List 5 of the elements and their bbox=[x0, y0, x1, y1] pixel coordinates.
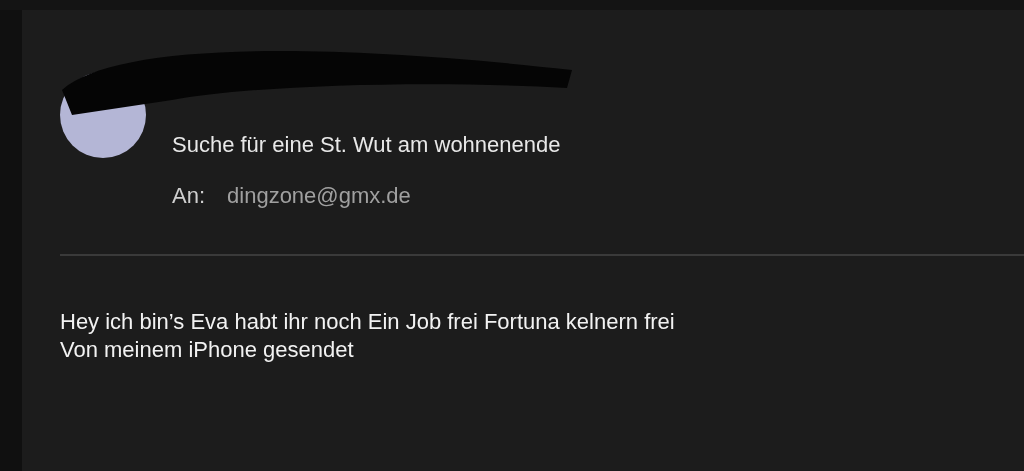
body-line: Von meinem iPhone gesendet bbox=[60, 335, 355, 363]
recipient-label: An: bbox=[172, 182, 206, 210]
recipient-address[interactable]: dingzone@gmx.de bbox=[227, 179, 411, 212]
body-line: Hey ich bin’s Eva habt ihr noch Ein Job frei Fortuna kelnern frei bbox=[60, 308, 676, 336]
email-subject: Suche für eine St. Wut am wohnenende bbox=[172, 131, 561, 159]
